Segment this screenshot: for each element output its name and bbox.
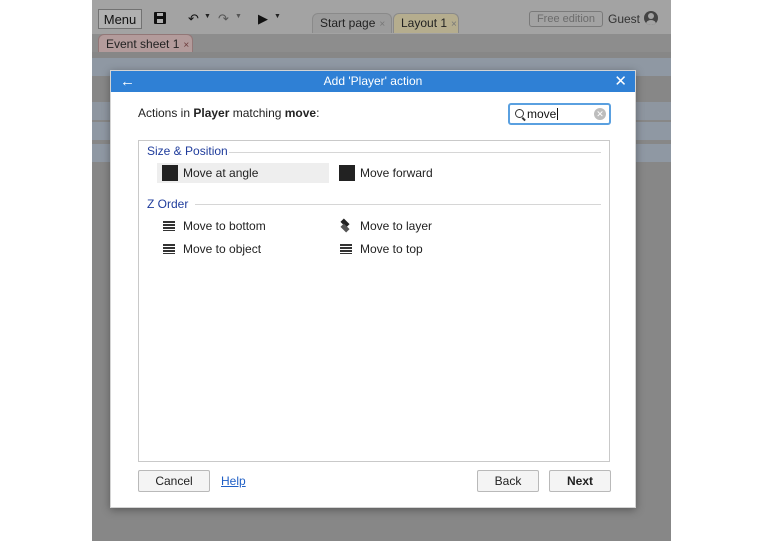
actions-list: Size & Position Move at angle Move forwa… [138,140,610,462]
tab-label: Layout 1 [401,16,448,30]
category-divider [229,152,601,153]
prompt-prefix: Actions in [138,106,194,120]
query-text: move [284,106,317,120]
dialog-body: Actions in Player matching move: move ✕ … [111,92,635,507]
close-icon[interactable]: × [183,40,189,51]
category-z-order: Z Order [147,197,189,211]
search-value[interactable]: move [527,107,559,121]
dialog-title: Add 'Player' action [323,74,423,88]
text-caret [557,108,559,120]
prompt-suffix: : [316,106,320,120]
tab-layout-1[interactable]: Layout 1 × [393,13,459,33]
square-icon [339,165,355,181]
play-icon[interactable]: ▶ [258,11,268,27]
z-order-icon [340,244,352,254]
free-edition-badge[interactable]: Free edition [529,11,603,27]
close-icon[interactable]: ✕ [614,71,627,92]
undo-icon[interactable]: ↶ [188,11,199,27]
tab-event-sheet-1[interactable]: Event sheet 1 × [98,34,193,53]
clear-search-icon[interactable]: ✕ [594,108,606,120]
cancel-button[interactable]: Cancel [138,470,210,492]
search-value-text: move [527,107,557,121]
play-dropdown-icon[interactable]: ▼ [274,13,281,20]
action-label: Move forward [360,166,433,180]
search-prompt: Actions in Player matching move: [138,106,319,120]
action-move-forward[interactable]: Move forward [334,163,484,183]
close-icon[interactable]: × [379,19,385,30]
action-move-to-top[interactable]: Move to top [334,239,484,259]
next-button[interactable]: Next [549,470,611,492]
square-icon [162,165,178,181]
back-button[interactable]: Back [477,470,539,492]
z-order-icon [163,221,175,231]
category-divider [195,204,601,205]
tab-start-page[interactable]: Start page × [312,13,392,33]
action-label: Move to layer [360,219,433,233]
search-input[interactable]: move ✕ [508,103,611,125]
action-move-to-object[interactable]: Move to object [157,239,317,259]
tab-label: Event sheet 1 [106,37,180,51]
action-label: Move to object [183,242,262,256]
action-move-to-bottom[interactable]: Move to bottom [157,216,317,236]
close-icon[interactable]: × [451,19,457,30]
help-link[interactable]: Help [221,474,246,488]
action-label: Move at angle [183,166,259,180]
user-avatar-icon[interactable] [644,11,658,25]
layers-icon [340,218,352,233]
undo-dropdown-icon[interactable]: ▼ [204,13,211,20]
action-label: Move to top [360,242,423,256]
action-move-to-layer[interactable]: Move to layer [334,216,484,236]
menu-button[interactable]: Menu [98,9,142,29]
action-label: Move to bottom [183,219,266,233]
user-label: Guest [608,12,641,26]
redo-icon[interactable]: ↷ [218,11,229,27]
object-name: Player [193,106,230,120]
tab-label: Start page [320,16,376,30]
save-icon[interactable] [154,12,166,24]
z-order-icon [163,244,175,254]
prompt-mid: matching [229,106,285,120]
dialog-title-bar: ← Add 'Player' action ✕ [111,71,635,92]
redo-dropdown-icon[interactable]: ▼ [235,13,242,20]
add-action-dialog: ← Add 'Player' action ✕ Actions in Playe… [110,70,636,508]
action-move-at-angle[interactable]: Move at angle [157,163,329,183]
search-icon [515,109,524,118]
top-bar: Menu ↶ ▼ ↷ ▼ ▶ ▼ Start page × Layout 1 × F… [92,0,671,34]
category-size-position: Size & Position [147,144,228,158]
